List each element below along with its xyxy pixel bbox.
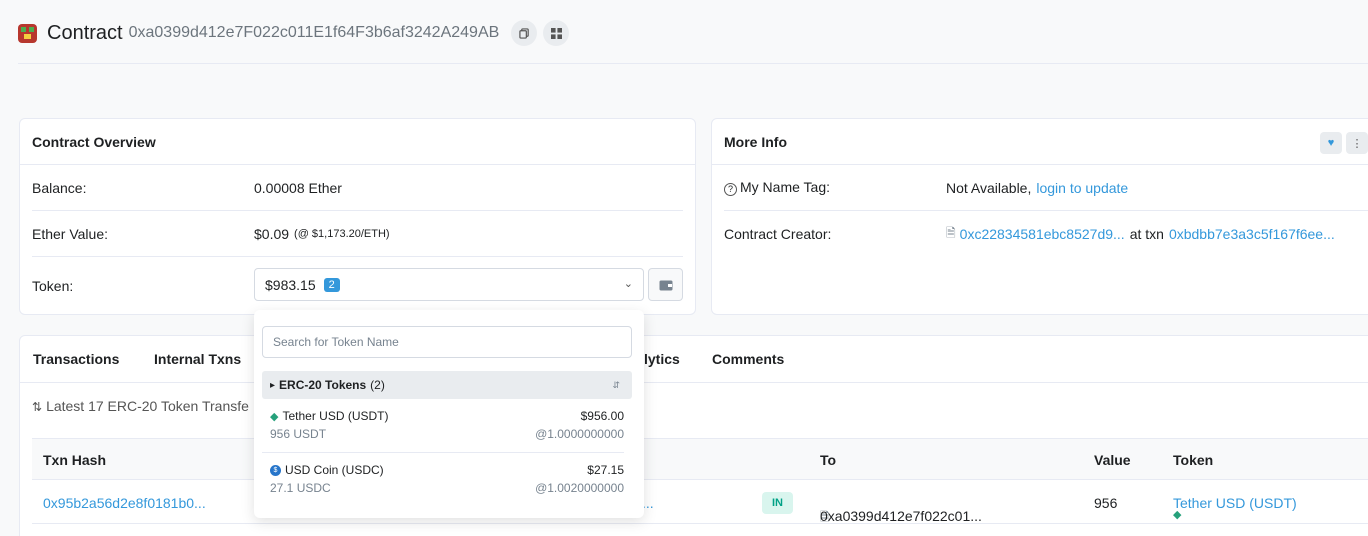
column-token: Token bbox=[1173, 452, 1214, 468]
value-cell: 956 bbox=[1094, 495, 1118, 511]
name-tag-row: ? My Name Tag: Not Available, login to up… bbox=[724, 165, 1368, 211]
usd-coin-icon: $ bbox=[270, 464, 281, 476]
name-tag-value: Not Available, bbox=[946, 179, 1032, 196]
creator-txn-link[interactable]: 0xbdbb7e3a3c5f167f6ee... bbox=[1169, 226, 1335, 242]
contract-address: 0xa0399d412e7F022c011E1f64F3b6af3242A249… bbox=[128, 24, 500, 41]
table-row: 0x95b2a56d2e8f0181b0... ... IN 🗎 0xa0399d… bbox=[32, 482, 1368, 524]
token-cell[interactable]: ◆ Tether USD (USDT) bbox=[1173, 495, 1297, 521]
direction-badge: IN bbox=[762, 492, 793, 514]
wallet-icon bbox=[659, 280, 672, 290]
dropdown-divider bbox=[262, 452, 624, 453]
latest-transfers-summary: ⇅ Latest 17 ERC-20 Token Transfe bbox=[32, 398, 249, 414]
avatar bbox=[18, 23, 37, 43]
token-amount: 27.1 USDC bbox=[270, 481, 331, 495]
token-item-usdt[interactable]: ◆ Tether USD (USDT) $956.00 956 USDT @1.0… bbox=[262, 409, 624, 445]
token-item-usdc[interactable]: $ USD Coin (USDC) $27.15 27.1 USDC @1.002… bbox=[262, 463, 624, 499]
balance-value: 0.00008 Ether bbox=[254, 179, 342, 196]
page-title: Contract bbox=[47, 21, 123, 44]
erc20-group-header[interactable]: ▸ ERC-20 Tokens (2) ⇵ bbox=[262, 371, 632, 399]
creator-address-link[interactable]: 0xc22834581ebc8527d9... bbox=[960, 226, 1125, 242]
document-icon: 🗎 bbox=[946, 225, 956, 240]
tether-icon: ◆ bbox=[1173, 509, 1182, 521]
ether-value: $0.09 bbox=[254, 225, 290, 242]
tab-analytics[interactable]: lytics bbox=[644, 351, 680, 367]
more-info-actions: ♥ ⋮ bbox=[1320, 132, 1368, 154]
token-name: USD Coin (USDC) bbox=[285, 463, 384, 477]
more-info-card: More Info ♥ ⋮ ? My Name Tag: Not Availabl… bbox=[711, 118, 1368, 315]
txn-hash-link[interactable]: 0x95b2a56d2e8f0181b0... bbox=[43, 495, 206, 511]
ether-rate: (@ $1,173.20/ETH) bbox=[294, 227, 390, 240]
transactions-card: Transactions Internal Txns lytics Commen… bbox=[19, 335, 1368, 536]
tab-comments[interactable]: Comments bbox=[712, 351, 784, 367]
erc20-group-count: (2) bbox=[370, 378, 385, 392]
contract-overview-title: Contract Overview bbox=[20, 119, 695, 165]
ether-value-row: Ether Value: $0.09 (@ $1,173.20/ETH) bbox=[32, 211, 683, 257]
sort-icon: ⇅ bbox=[32, 400, 43, 414]
token-select[interactable]: $983.15 2 ⌄ bbox=[254, 268, 644, 301]
balance-label: Balance: bbox=[32, 179, 87, 196]
tab-internal-txns[interactable]: Internal Txns bbox=[154, 351, 241, 367]
token-label: Token: bbox=[32, 277, 74, 294]
qr-code-icon bbox=[550, 27, 562, 39]
token-rate: @1.0000000000 bbox=[535, 427, 624, 441]
chevron-right-icon: ▸ bbox=[270, 379, 276, 391]
erc20-group-label: ERC-20 Tokens bbox=[279, 378, 367, 392]
qr-code-button[interactable] bbox=[543, 20, 570, 46]
token-amount: 956 USDT bbox=[270, 427, 327, 441]
token-rate: @1.0020000000 bbox=[535, 481, 624, 495]
token-usd-value: $956.00 bbox=[580, 409, 624, 423]
wallet-button[interactable] bbox=[648, 268, 683, 301]
token-search-input[interactable] bbox=[262, 326, 632, 358]
chevron-down-icon: ⌄ bbox=[623, 278, 633, 290]
column-txn-hash: Txn Hash bbox=[43, 452, 107, 468]
table-header: Txn Hash To Value Token bbox=[32, 438, 1368, 480]
creator-at-text: at txn bbox=[1129, 226, 1164, 242]
contract-overview-card: Contract Overview Balance: 0.00008 Ether… bbox=[19, 118, 696, 315]
header-divider bbox=[18, 63, 1368, 64]
login-to-update-link[interactable]: login to update bbox=[1036, 180, 1128, 196]
ether-value-label: Ether Value: bbox=[32, 225, 109, 242]
copy-address-button[interactable] bbox=[511, 20, 538, 46]
more-vertical-icon: ⋮ bbox=[1351, 137, 1363, 150]
token-usd-value: $27.15 bbox=[587, 463, 624, 477]
column-value: Value bbox=[1094, 452, 1131, 468]
heart-icon: ♥ bbox=[1327, 137, 1335, 149]
more-info-title: More Info bbox=[712, 119, 1368, 165]
tab-divider bbox=[20, 382, 1368, 383]
tether-icon: ◆ bbox=[270, 410, 279, 423]
token-dropdown: ▸ ERC-20 Tokens (2) ⇵ ◆Tether USD (USDT)… bbox=[254, 310, 644, 518]
token-count-badge: 2 bbox=[323, 277, 340, 292]
help-icon: ? bbox=[724, 183, 737, 196]
contract-header: Contract 0xa0399d412e7F022c011E1f64F3b6a… bbox=[18, 18, 575, 48]
copy-icon bbox=[519, 27, 529, 39]
sort-toggle-icon: ⇵ bbox=[612, 379, 620, 390]
contract-creator-label: Contract Creator: bbox=[724, 226, 832, 242]
column-to: To bbox=[820, 452, 837, 468]
contract-creator-row: Contract Creator: 🗎 0xc22834581ebc8527d9… bbox=[724, 211, 1368, 257]
balance-row: Balance: 0.00008 Ether bbox=[32, 165, 683, 211]
tab-transactions[interactable]: Transactions bbox=[33, 351, 119, 367]
token-name: Tether USD (USDT) bbox=[282, 409, 389, 423]
favorite-button[interactable]: ♥ bbox=[1320, 132, 1342, 154]
more-options-button[interactable]: ⋮ bbox=[1346, 132, 1368, 154]
name-tag-label: ? My Name Tag: bbox=[724, 179, 946, 196]
token-total: $983.15 bbox=[265, 276, 316, 293]
